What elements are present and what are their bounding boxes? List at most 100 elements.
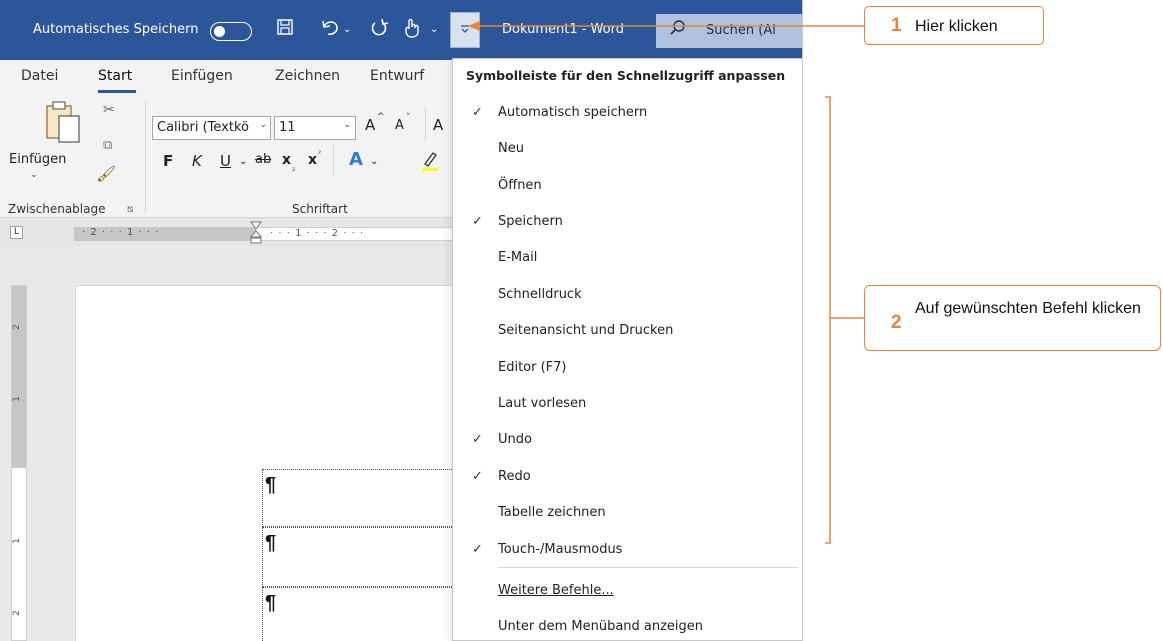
menu-item-label: Schnelldruck xyxy=(498,287,582,302)
menu-item-label: Tabelle zeichnen xyxy=(498,505,606,520)
text-effects-button[interactable]: A xyxy=(349,149,363,170)
menu-item-label: Redo xyxy=(498,469,531,484)
menu-item-label: Weitere Befehle... xyxy=(498,583,614,598)
autosave-toggle[interactable] xyxy=(210,22,252,41)
menu-item-print-preview[interactable]: Seitenansicht und Drucken xyxy=(453,314,802,348)
format-painter-icon[interactable]: 🖌 xyxy=(96,164,116,183)
undo-dropdown-icon[interactable]: ⌄ xyxy=(343,18,351,42)
italic-button[interactable]: K xyxy=(192,152,202,170)
menu-item-read-aloud[interactable]: Laut vorlesen xyxy=(453,387,802,421)
change-case-icon[interactable]: A xyxy=(433,116,443,134)
menu-header: Symbolleiste für den Schnellzugriff anpa… xyxy=(466,68,786,83)
touch-mouse-icon[interactable] xyxy=(403,18,421,45)
vertical-ruler-margin xyxy=(12,286,26,468)
check-icon: ✓ xyxy=(472,214,483,229)
callout-text: Auf gewünschten Befehl klicken xyxy=(915,300,1141,317)
vruler-number: 1 xyxy=(11,396,22,402)
chevron-down-icon[interactable]: ⌄ xyxy=(239,156,247,167)
paste-button-label[interactable]: Einfügen xyxy=(9,152,66,167)
paragraph-mark: ¶ xyxy=(265,592,277,614)
menu-item-redo[interactable]: ✓ Redo xyxy=(453,460,802,494)
grow-font-button[interactable]: A xyxy=(365,116,375,134)
font-name-field[interactable]: Calibri (Textkö ⌄ xyxy=(152,116,271,140)
ruler-numbers-right: · · · 1 · · · 2 · · · xyxy=(270,228,365,239)
paste-icon[interactable] xyxy=(44,100,84,144)
indent-marker[interactable] xyxy=(249,218,263,244)
highlighter-icon[interactable] xyxy=(420,150,440,176)
menu-item-touch-mode[interactable]: ✓ Touch-/Mausmodus xyxy=(453,533,802,567)
shrink-font-button[interactable]: A xyxy=(395,118,404,133)
menu-item-label: Unter dem Menüband anzeigen xyxy=(498,619,704,634)
superscript-marker-icon: ² xyxy=(318,149,322,158)
group-divider xyxy=(425,108,426,140)
clipboard-group-label: Zwischenablage xyxy=(8,202,106,216)
bold-button[interactable]: F xyxy=(163,152,173,170)
chevron-down-icon[interactable]: ⌄ xyxy=(370,156,378,167)
menu-item-label: Undo xyxy=(498,432,532,447)
paragraph-mark: ¶ xyxy=(265,532,277,554)
tab-start[interactable]: Start xyxy=(98,68,132,84)
vruler-number: 2 xyxy=(11,324,22,330)
tab-selector[interactable]: L xyxy=(10,226,23,239)
vertical-ruler: 2 1 1 2 xyxy=(11,285,27,641)
menu-item-draw-table[interactable]: Tabelle zeichnen xyxy=(453,496,802,530)
touch-dropdown-icon[interactable]: ⌄ xyxy=(430,18,438,42)
grow-caret-icon: ^ xyxy=(377,112,385,122)
cut-icon[interactable]: ✂ xyxy=(103,102,115,118)
subscript-button[interactable]: x xyxy=(282,152,291,168)
menu-item-more-commands[interactable]: Weitere Befehle... xyxy=(453,574,802,608)
paragraph-mark: ¶ xyxy=(265,474,277,496)
menu-divider xyxy=(498,567,798,568)
superscript-button[interactable]: x xyxy=(308,152,317,168)
shrink-caret-icon: ˇ xyxy=(406,113,411,123)
check-icon: ✓ xyxy=(472,105,483,120)
autosave-label: Automatisches Speichern xyxy=(33,22,199,37)
menu-item-open[interactable]: Öffnen xyxy=(453,169,802,203)
menu-item-label: Laut vorlesen xyxy=(498,396,587,411)
callout-step-1: 1 Hier klicken xyxy=(864,6,1044,45)
check-icon: ✓ xyxy=(472,432,483,447)
menu-item-undo[interactable]: ✓ Undo xyxy=(453,423,802,457)
redo-icon[interactable] xyxy=(369,18,389,45)
menu-item-label: Neu xyxy=(498,141,524,156)
tab-datei[interactable]: Datei xyxy=(21,68,58,84)
menu-item-email[interactable]: E-Mail xyxy=(453,241,802,275)
undo-icon[interactable] xyxy=(320,18,342,45)
copy-icon[interactable]: ⧉ xyxy=(103,138,112,153)
tab-einfuegen[interactable]: Einfügen xyxy=(171,68,233,84)
menu-item-label: Editor (F7) xyxy=(498,360,567,375)
font-size-field[interactable]: 11 ⌄ xyxy=(274,116,356,140)
chevron-down-icon[interactable]: ⌄ xyxy=(343,120,351,130)
menu-item-show-below-ribbon[interactable]: Unter dem Menüband anzeigen xyxy=(453,610,802,641)
menu-item-new[interactable]: Neu xyxy=(453,132,802,166)
callout-number: 1 xyxy=(891,15,902,36)
font-size-value: 11 xyxy=(279,120,296,135)
font-name-value: Calibri (Textkö xyxy=(157,120,249,135)
callout-text: Hier klicken xyxy=(915,18,998,35)
tab-zeichnen[interactable]: Zeichnen xyxy=(275,68,340,84)
menu-item-label: Öffnen xyxy=(498,178,542,193)
menu-item-save[interactable]: ✓ Speichern xyxy=(453,205,802,239)
menu-item-label: E-Mail xyxy=(498,250,538,265)
menu-item-label: Automatisch speichern xyxy=(498,105,648,120)
underline-button[interactable]: U xyxy=(220,152,231,170)
callout-bracket xyxy=(825,96,865,544)
strikethrough-button[interactable]: ab xyxy=(255,152,271,167)
menu-item-quick-print[interactable]: Schnelldruck xyxy=(453,278,802,312)
save-icon[interactable] xyxy=(276,18,294,43)
callout-number: 2 xyxy=(891,312,902,333)
chevron-down-icon[interactable]: ⌄ xyxy=(30,170,38,180)
menu-item-label: Speichern xyxy=(498,214,563,229)
toggle-knob xyxy=(214,25,225,37)
active-tab-indicator xyxy=(98,90,136,93)
menu-item-label: Seitenansicht und Drucken xyxy=(498,323,674,338)
chevron-down-icon[interactable]: ⌄ xyxy=(259,120,267,130)
menu-item-editor[interactable]: Editor (F7) xyxy=(453,351,802,385)
subscript-marker-icon: ₂ xyxy=(292,164,296,173)
check-icon: ✓ xyxy=(472,542,483,557)
tab-entwurf[interactable]: Entwurf xyxy=(370,68,424,84)
menu-item-autosave[interactable]: ✓ Automatisch speichern xyxy=(453,96,802,130)
qat-customize-menu: Symbolleiste für den Schnellzugriff anpa… xyxy=(452,58,802,641)
vruler-number: 2 xyxy=(11,610,22,616)
dialog-launcher-icon[interactable]: ⧅ xyxy=(127,204,133,215)
